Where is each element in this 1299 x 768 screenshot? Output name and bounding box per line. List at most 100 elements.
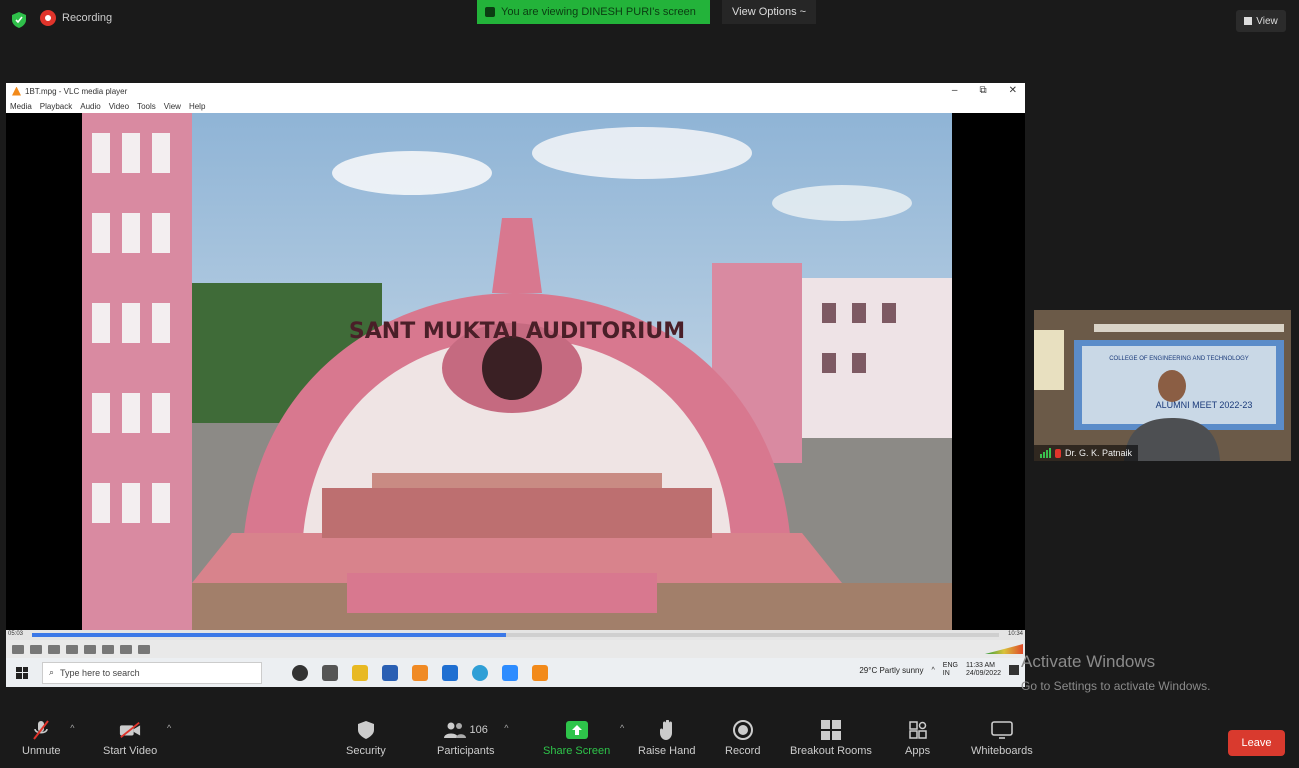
mic-muted-icon <box>1055 448 1061 458</box>
whiteboards-button[interactable]: Whiteboards <box>971 720 1033 757</box>
seek-bar[interactable]: 05:03 10:34 <box>6 630 1025 640</box>
unmute-button[interactable]: Unmute ^ <box>22 720 75 757</box>
raise-hand-icon <box>656 720 678 740</box>
participants-count: 106 <box>469 724 488 736</box>
mic-muted-icon <box>30 720 52 740</box>
video-options-caret[interactable]: ^ <box>167 723 171 733</box>
zoom-app-icon[interactable] <box>502 664 518 681</box>
menu-tools[interactable]: Tools <box>137 102 156 111</box>
office-icon[interactable] <box>412 664 428 681</box>
apps-label: Apps <box>905 745 931 757</box>
shuffle-icon[interactable] <box>138 644 150 654</box>
viewing-banner-text: You are viewing DINESH PURI's screen <box>501 6 696 18</box>
restore-button[interactable]: ⧉ <box>979 85 986 96</box>
whiteboards-label: Whiteboards <box>971 745 1033 757</box>
cortana-icon[interactable] <box>292 664 308 681</box>
recording-indicator[interactable]: Recording <box>40 10 112 26</box>
file-explorer-icon[interactable] <box>352 664 368 681</box>
video-frame-auditorium: SANT MUKTAI AUDITORIUM <box>82 113 952 630</box>
view-button-label: View <box>1256 15 1278 27</box>
notification-icon[interactable] <box>1009 665 1019 675</box>
record-icon <box>732 720 754 740</box>
menu-audio[interactable]: Audio <box>80 102 100 111</box>
next-icon[interactable] <box>66 644 78 654</box>
zoom-meeting-window: Recording You are viewing DINESH PURI's … <box>0 0 1299 768</box>
menu-view[interactable]: View <box>164 102 181 111</box>
video-area[interactable]: SANT MUKTAI AUDITORIUM <box>6 113 1025 630</box>
security-button[interactable]: Security <box>346 720 386 757</box>
share-options-caret[interactable]: ^ <box>620 723 624 733</box>
region-code: IN <box>942 670 950 677</box>
taskbar-search-box[interactable]: ⌕ Type here to search <box>42 661 262 684</box>
task-view-icon[interactable] <box>322 664 338 681</box>
vlc-title-bar: 1BT.mpg - VLC media player – ⧉ ✕ <box>6 83 1025 99</box>
raise-hand-button[interactable]: Raise Hand <box>638 720 695 757</box>
store-icon[interactable] <box>382 664 398 681</box>
recording-icon <box>40 10 56 26</box>
view-button[interactable]: View <box>1236 10 1286 32</box>
windows-start-icon[interactable] <box>16 666 28 679</box>
clock-time: 11:33 AM <box>965 662 996 669</box>
weather-widget[interactable]: 29°C Partly sunny <box>859 666 923 675</box>
loop-icon[interactable] <box>120 644 132 654</box>
start-video-label: Start Video <box>103 745 158 757</box>
screen-share-icon <box>485 7 495 17</box>
viewing-screen-banner: You are viewing DINESH PURI's screen <box>477 0 710 24</box>
view-layout-icon <box>1244 17 1253 25</box>
search-placeholder: Type here to search <box>60 667 140 678</box>
stop-icon[interactable] <box>48 644 60 654</box>
participants-options-caret[interactable]: ^ <box>504 723 508 733</box>
volume-slider[interactable] <box>985 644 1023 654</box>
tray-chevron-icon[interactable]: ^ <box>931 667 934 674</box>
security-shield-icon <box>355 720 377 740</box>
video-off-icon <box>119 720 141 740</box>
share-screen-button[interactable]: Share Screen ^ <box>543 720 624 757</box>
language-indicator[interactable]: ENG IN <box>943 662 958 678</box>
playlist-icon[interactable] <box>102 644 114 654</box>
breakout-rooms-label: Breakout Rooms <box>790 745 872 757</box>
raise-hand-label: Raise Hand <box>638 745 696 757</box>
participants-button[interactable]: 106 Participants ^ <box>437 720 508 757</box>
shield-icon[interactable] <box>12 12 26 28</box>
breakout-rooms-button[interactable]: Breakout Rooms <box>790 720 872 757</box>
vlc-playback-controls <box>6 640 1025 658</box>
top-bar: Recording You are viewing DINESH PURI's … <box>0 0 1299 40</box>
fullscreen-icon[interactable] <box>84 644 96 654</box>
activate-windows-title: Activate Windows <box>1021 652 1156 671</box>
close-button[interactable]: ✕ <box>1009 85 1017 96</box>
participant-name-label: Dr. G. K. Patnaik <box>1034 445 1139 461</box>
seek-progress <box>32 633 506 637</box>
participant-video-tile[interactable]: COLLEGE OF ENGINEERING AND TECHNOLOGY AL… <box>1034 310 1291 461</box>
participants-label: Participants <box>437 745 495 757</box>
clock[interactable]: 11:33 AM 24/09/2022 <box>966 662 1001 678</box>
vlc-menu-bar: Media Playback Audio Video Tools View He… <box>6 99 1025 113</box>
security-label: Security <box>346 745 386 757</box>
share-screen-label: Share Screen <box>543 745 611 757</box>
menu-help[interactable]: Help <box>189 102 205 111</box>
banner-line-1: COLLEGE OF ENGINEERING AND TECHNOLOGY <box>1109 356 1249 362</box>
audio-options-caret[interactable]: ^ <box>70 723 74 733</box>
previous-icon[interactable] <box>30 644 42 654</box>
start-video-button[interactable]: Start Video ^ <box>103 720 171 757</box>
taskbar-pinned-apps <box>292 664 548 681</box>
edge-icon[interactable] <box>472 664 488 681</box>
search-icon: ⌕ <box>49 667 55 677</box>
leave-button[interactable]: Leave <box>1228 730 1285 756</box>
seek-track[interactable] <box>32 633 999 637</box>
minimize-button[interactable]: – <box>952 85 958 96</box>
menu-media[interactable]: Media <box>10 102 32 111</box>
windows-taskbar: ⌕ Type here to search 29°C Partly sunny … <box>6 658 1025 687</box>
share-screen-icon <box>565 720 588 740</box>
vlc-taskbar-icon[interactable] <box>532 664 548 681</box>
record-button[interactable]: Record <box>725 720 760 757</box>
signal-strength-icon <box>1040 448 1051 458</box>
view-options-button[interactable]: View Options ~ <box>722 0 817 24</box>
apps-button[interactable]: Apps <box>905 720 930 757</box>
pause-icon[interactable] <box>12 644 24 654</box>
mail-icon[interactable] <box>442 664 458 681</box>
menu-playback[interactable]: Playback <box>40 102 72 111</box>
system-tray: 29°C Partly sunny ^ ENG IN 11:33 AM 24/0… <box>859 662 1019 678</box>
participant-video: COLLEGE OF ENGINEERING AND TECHNOLOGY AL… <box>1034 310 1291 461</box>
menu-video[interactable]: Video <box>109 102 129 111</box>
clock-date: 24/09/2022 <box>965 670 1001 677</box>
